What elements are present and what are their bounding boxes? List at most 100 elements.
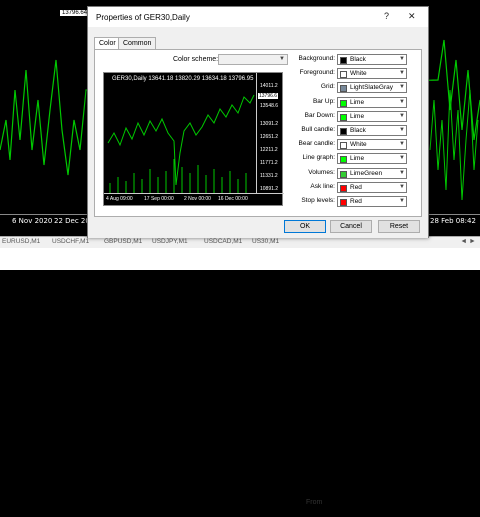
color-property-label: Stop levels: (301, 197, 335, 204)
preview-price: 12211.2 (260, 147, 278, 153)
color-property-row: Bar Up: Lime ▼ (277, 96, 423, 108)
chart-tab[interactable]: GBPUSD,M1 (104, 238, 142, 245)
color-value: Lime (350, 98, 365, 106)
color-select[interactable]: Black ▼ (337, 54, 407, 65)
dialog-client: Color Common Color scheme: ▼ GER30,Daily… (88, 27, 428, 238)
color-select[interactable]: Black ▼ (337, 125, 407, 136)
color-property-row: Bull candle: Black ▼ (277, 125, 423, 136)
tab-scroll-arrows-icon[interactable]: ◄ ► (460, 238, 476, 245)
chevron-down-icon: ▼ (399, 70, 405, 77)
color-swatch (340, 113, 347, 121)
color-select[interactable]: LimeGreen ▼ (337, 167, 407, 179)
color-select[interactable]: Lime ▼ (337, 153, 407, 165)
color-swatch (340, 57, 347, 64)
color-swatch (340, 156, 347, 164)
color-swatch (340, 71, 347, 79)
chevron-down-icon: ▼ (399, 98, 405, 105)
color-property-label: Bar Up: (312, 97, 335, 105)
chevron-down-icon: ▼ (399, 198, 405, 204)
help-button[interactable]: ? (384, 11, 389, 21)
color-select[interactable]: Lime ▼ (337, 96, 407, 108)
reset-button[interactable]: Reset (378, 220, 420, 233)
chevron-down-icon: ▼ (399, 84, 405, 91)
color-select[interactable]: White ▼ (337, 68, 407, 80)
color-property-row: Foreground: White ▼ (277, 68, 423, 80)
color-property-row: Line graph: Lime ▼ (277, 153, 423, 165)
preview-price: 13548.6 (260, 103, 279, 109)
color-property-label: Volumes: (308, 168, 335, 176)
preview-time-axis (104, 193, 284, 194)
preview-date: 4 Aug 09:00 (106, 196, 133, 202)
preview-price: 11331.2 (260, 173, 278, 179)
chevron-down-icon: ▼ (399, 183, 405, 190)
properties-dialog: Properties of GER30,Daily ? ✕ Color Comm… (87, 6, 429, 238)
terminal-panel: From FXCM Australia Pty. Limited (0, 248, 480, 517)
color-property-label: Foreground: (299, 69, 335, 77)
dialog-titlebar[interactable]: Properties of GER30,Daily ? ✕ (88, 7, 428, 27)
chevron-down-icon: ▼ (399, 127, 405, 133)
chart-tab[interactable]: USDJPY,M1 (152, 238, 188, 245)
preview-price-axis (256, 73, 257, 193)
color-property-row: Background: Black ▼ (277, 54, 423, 65)
preview-price-current: 13796.6 (258, 93, 279, 99)
close-button[interactable]: ✕ (408, 11, 416, 22)
color-property-label: Bull candle: (301, 126, 335, 133)
cancel-button[interactable]: Cancel (330, 220, 372, 233)
color-property-row: Ask line: Red ▼ (277, 181, 423, 193)
color-select[interactable]: Red ▼ (337, 196, 407, 207)
chevron-down-icon: ▼ (399, 155, 405, 162)
color-value: Black (350, 56, 366, 63)
color-value: LightSlateGray (350, 84, 393, 92)
color-select[interactable]: LightSlateGray ▼ (337, 82, 407, 94)
color-value: White (350, 141, 367, 149)
chevron-down-icon: ▼ (399, 56, 405, 62)
color-property-row: Stop levels: Red ▼ (277, 196, 423, 207)
color-swatch (340, 85, 347, 93)
color-property-label: Ask line: (310, 182, 335, 190)
chart-tab[interactable]: USDCHF,M1 (52, 238, 89, 245)
color-property-row: Volumes: LimeGreen ▼ (277, 167, 423, 179)
color-select[interactable]: Red ▼ (337, 181, 407, 193)
color-select[interactable]: Lime ▼ (337, 110, 407, 122)
color-swatch (340, 142, 347, 150)
preview-price: 12651.2 (260, 134, 279, 140)
color-value: LimeGreen (350, 169, 383, 177)
chart-tab[interactable]: US30,M1 (252, 238, 279, 245)
color-swatch (340, 170, 347, 178)
color-swatch (340, 184, 347, 192)
axis-date: 6 Nov 2020 (12, 217, 53, 225)
ok-button[interactable]: OK (284, 220, 326, 233)
color-value: White (350, 70, 367, 78)
color-swatch (340, 99, 347, 107)
color-value: Red (350, 183, 362, 191)
preview-date: 16 Dec 00:00 (218, 196, 248, 202)
from-column-header: From (306, 499, 323, 506)
color-property-label: Grid: (320, 83, 335, 91)
chevron-down-icon: ▼ (399, 169, 405, 176)
color-property-row: Bar Down: Lime ▼ (277, 110, 423, 122)
preview-price: 14011.2 (260, 83, 278, 89)
preview-volumes (109, 159, 247, 193)
color-value: Lime (350, 155, 365, 163)
dialog-title: Properties of GER30,Daily (96, 13, 190, 22)
color-property-label: Line graph: (302, 154, 335, 162)
tab-common[interactable]: Common (118, 37, 157, 49)
color-value: Lime (350, 112, 365, 120)
chevron-down-icon: ▼ (399, 112, 405, 119)
axis-date: 28 Feb 08:42 (430, 217, 476, 225)
color-swatch (340, 128, 347, 135)
preview-date: 2 Nov 00:00 (184, 196, 211, 202)
color-property-row: Grid: LightSlateGray ▼ (277, 82, 423, 94)
chart-preview: GER30,Daily 13641.18 13820.29 13634.18 1… (103, 72, 284, 206)
chevron-down-icon: ▼ (399, 141, 405, 148)
preview-price: 13091.2 (260, 121, 279, 127)
chart-tab[interactable]: EURUSD,M1 (2, 238, 40, 245)
color-property-label: Bar Down: (304, 111, 335, 119)
color-swatch (340, 199, 347, 206)
color-property-label: Background: (298, 55, 336, 62)
color-select[interactable]: White ▼ (337, 139, 407, 151)
preview-chart-line (107, 94, 255, 193)
color-value: Black (350, 127, 366, 134)
preview-price: 11771.2 (260, 160, 278, 166)
chart-tab[interactable]: USDCAD,M1 (204, 238, 242, 245)
